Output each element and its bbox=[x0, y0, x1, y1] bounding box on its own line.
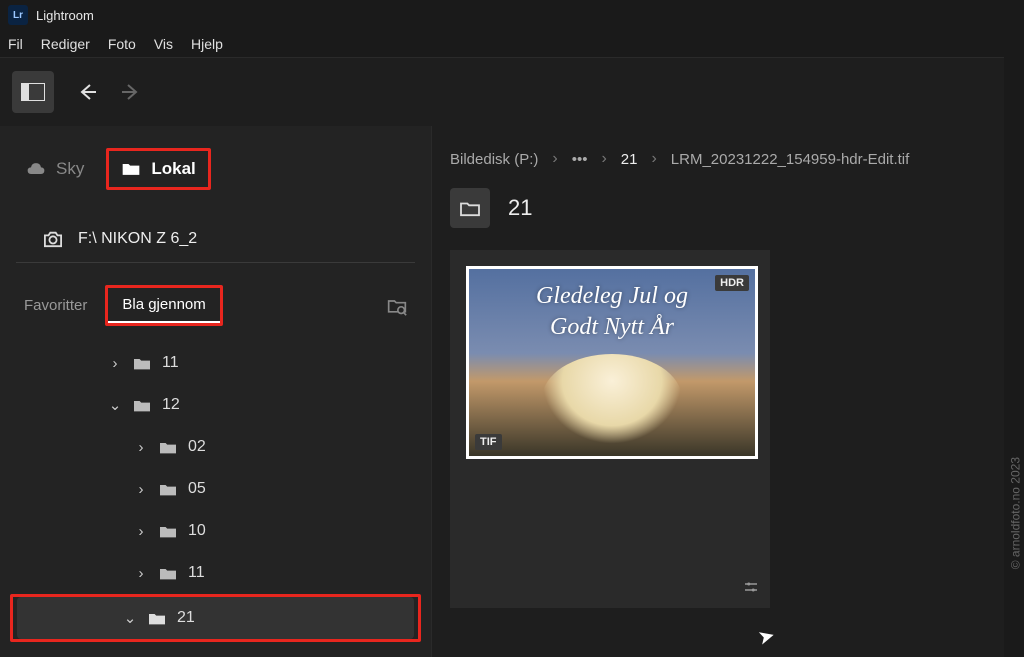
folder-icon bbox=[121, 159, 141, 179]
folder-icon bbox=[158, 481, 178, 497]
menu-edit[interactable]: Rediger bbox=[41, 36, 90, 52]
chevron-down-icon: ⌄ bbox=[108, 396, 122, 414]
tree-item-label: 11 bbox=[188, 564, 205, 582]
folder-header: 21 bbox=[450, 174, 992, 250]
menu-help[interactable]: Hjelp bbox=[191, 36, 223, 52]
source-tab-cloud-label: Sky bbox=[56, 159, 84, 179]
tree-item-11b[interactable]: › 11 bbox=[14, 552, 417, 594]
adjust-button[interactable] bbox=[742, 578, 760, 596]
chevron-right-icon: › bbox=[108, 355, 122, 372]
breadcrumb-sep-icon: › bbox=[601, 150, 606, 168]
tree-item-02[interactable]: › 02 bbox=[14, 426, 417, 468]
panel-toggle-button[interactable] bbox=[12, 71, 54, 113]
folder-icon bbox=[158, 565, 178, 581]
folder-icon bbox=[147, 610, 167, 626]
main-panel: Bildedisk (P:) › ••• › 21 › LRM_20231222… bbox=[432, 126, 1004, 657]
folder-title: 21 bbox=[508, 195, 532, 221]
sliders-icon bbox=[742, 578, 760, 596]
tree-item-label: 05 bbox=[188, 480, 206, 498]
breadcrumb-sep-icon: › bbox=[552, 150, 557, 168]
chevron-right-icon: › bbox=[134, 481, 148, 498]
menu-view[interactable]: Vis bbox=[154, 36, 173, 52]
overlay-line1: Gledeleg Jul og bbox=[536, 281, 688, 312]
tree-item-label: 02 bbox=[188, 438, 206, 456]
camera-icon bbox=[42, 230, 64, 248]
badge-format: TIF bbox=[475, 434, 502, 450]
tree-item-label: 11 bbox=[162, 354, 179, 372]
folder-search-button[interactable] bbox=[387, 296, 417, 316]
main-body: Sky Lokal F:\ NIKON Z 6_2 bbox=[0, 126, 1004, 657]
breadcrumb: Bildedisk (P:) › ••• › 21 › LRM_20231222… bbox=[450, 144, 992, 174]
folder-icon bbox=[132, 355, 152, 371]
titlebar: Lr Lightroom bbox=[0, 0, 1004, 30]
folder-tree: › 11 ⌄ 12 › 02 › 05 bbox=[0, 336, 431, 642]
thumbnail-overlay-text: Gledeleg Jul og Godt Nytt År bbox=[536, 269, 688, 343]
app-window: Lr Lightroom Fil Rediger Foto Vis Hjelp bbox=[0, 0, 1004, 657]
image-credit: © arnoldfoto.no 2023 bbox=[1008, 457, 1022, 569]
breadcrumb-file[interactable]: LRM_20231222_154959-hdr-Edit.tif bbox=[671, 151, 910, 168]
menu-file[interactable]: Fil bbox=[8, 36, 23, 52]
device-path: F:\ NIKON Z 6_2 bbox=[78, 230, 197, 248]
tree-item-05[interactable]: › 05 bbox=[14, 468, 417, 510]
tree-item-21[interactable]: ⌄ 21 bbox=[17, 597, 414, 639]
source-tabs: Sky Lokal bbox=[0, 148, 431, 212]
menu-photo[interactable]: Foto bbox=[108, 36, 136, 52]
chevron-right-icon: › bbox=[134, 565, 148, 582]
folder-icon bbox=[158, 523, 178, 539]
tree-item-label: 10 bbox=[188, 522, 206, 540]
subtab-browse[interactable]: Bla gjennom bbox=[108, 288, 219, 323]
badge-hdr: HDR bbox=[715, 275, 749, 291]
folder-search-icon bbox=[387, 296, 407, 316]
breadcrumb-sep-icon: › bbox=[651, 150, 656, 168]
overlay-line2: Godt Nytt År bbox=[536, 312, 688, 343]
nav-back-button[interactable] bbox=[76, 81, 98, 103]
arrow-right-icon bbox=[120, 81, 142, 103]
source-tab-local[interactable]: Lokal bbox=[109, 151, 207, 187]
tree-item-12[interactable]: ⌄ 12 bbox=[14, 384, 417, 426]
thumbnail-grid: Gledeleg Jul og Godt Nytt År HDR TIF bbox=[450, 250, 770, 608]
chevron-down-icon: ⌄ bbox=[123, 609, 137, 627]
menubar: Fil Rediger Foto Vis Hjelp bbox=[0, 30, 1004, 58]
image-thumbnail[interactable]: Gledeleg Jul og Godt Nytt År HDR TIF bbox=[466, 266, 758, 459]
highlight-local: Lokal bbox=[106, 148, 210, 190]
arrow-left-icon bbox=[76, 81, 98, 103]
breadcrumb-root[interactable]: Bildedisk (P:) bbox=[450, 151, 538, 168]
sidebar: Sky Lokal F:\ NIKON Z 6_2 bbox=[0, 126, 432, 657]
chevron-right-icon: › bbox=[134, 523, 148, 540]
tree-item-11[interactable]: › 11 bbox=[14, 342, 417, 384]
cloud-icon bbox=[26, 159, 46, 179]
app-logo-icon: Lr bbox=[8, 5, 28, 25]
highlight-folder-21: ⌄ 21 bbox=[10, 594, 421, 642]
highlight-browse: Bla gjennom bbox=[105, 285, 222, 326]
nav-forward-button bbox=[120, 81, 142, 103]
source-tab-local-label: Lokal bbox=[151, 159, 195, 179]
chevron-right-icon: › bbox=[134, 439, 148, 456]
folder-icon bbox=[132, 397, 152, 413]
source-tab-cloud[interactable]: Sky bbox=[14, 151, 96, 187]
tree-item-label: 21 bbox=[177, 609, 195, 627]
breadcrumb-ellipsis[interactable]: ••• bbox=[572, 151, 588, 168]
subtab-favorites[interactable]: Favoritter bbox=[14, 289, 97, 322]
device-row[interactable]: F:\ NIKON Z 6_2 bbox=[16, 220, 415, 263]
folder-icon bbox=[158, 439, 178, 455]
sidebar-subtabs: Favoritter Bla gjennom bbox=[0, 263, 431, 336]
thumbnail-subject bbox=[542, 354, 682, 444]
folder-open-button[interactable] bbox=[450, 188, 490, 228]
breadcrumb-folder[interactable]: 21 bbox=[621, 151, 638, 168]
panel-icon bbox=[21, 83, 45, 101]
folder-icon bbox=[459, 199, 481, 217]
tree-item-10[interactable]: › 10 bbox=[14, 510, 417, 552]
app-title: Lightroom bbox=[36, 8, 94, 23]
tree-item-label: 12 bbox=[162, 396, 180, 414]
toolbar bbox=[0, 58, 1004, 126]
